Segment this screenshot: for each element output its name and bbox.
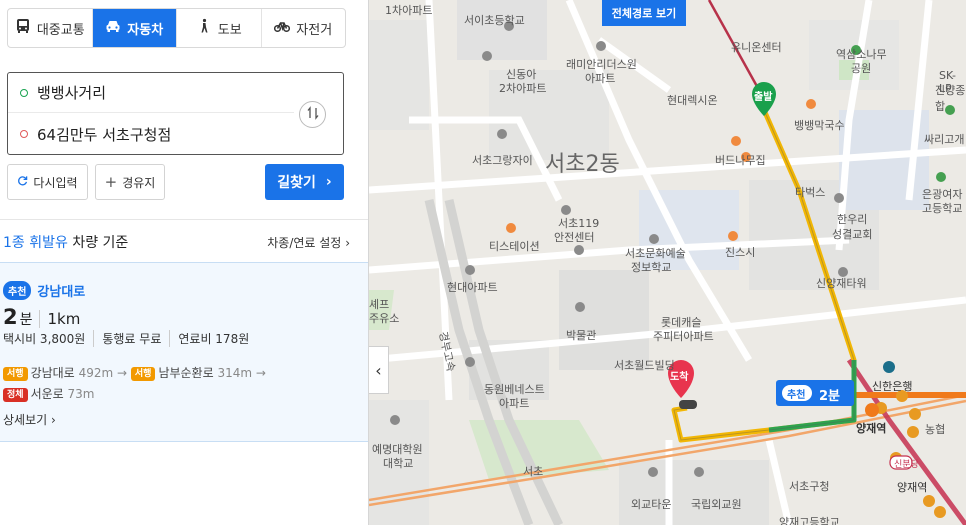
route-card[interactable]: 추천 강남대로 2 분 1km 택시비 3,800원 통행료 무료 연료비 17… [0,262,368,442]
criteria-suffix: 차량 기준 [67,235,129,251]
add-waypoint-button[interactable]: + 경유지 [95,164,165,200]
route-distance: 1km [38,310,80,328]
reset-label: 다시입력 [33,175,78,190]
tab-label: 대중교통 [36,22,85,38]
road-name: 서운로 [30,387,64,401]
taxi-fare: 택시비 3,800원 [3,332,86,346]
vehicle-settings-link[interactable]: 차종/연료 설정 › [267,234,350,251]
find-route-button[interactable]: 길찾기 › [265,164,344,200]
chevron-right-icon: › [51,413,56,427]
details-label: 상세보기 [3,413,48,427]
swap-arrows-icon [306,105,320,124]
tab-label: 자전거 [296,22,333,38]
destination-value: 64김만두 서초구청점 [37,125,172,144]
origin-value: 뱅뱅사거리 [37,84,107,102]
arrow-right-icon: → [116,366,128,380]
route-inputs: 뱅뱅사거리 64김만두 서초구청점 [7,72,344,155]
tab-label: 자동차 [127,22,164,38]
search-actions: 다시입력 + 경유지 길찾기 › [7,164,344,200]
fuel-type[interactable]: 1종 휘발유 [3,235,68,251]
traffic-segments: 서행 강남대로 492m → 서행 남부순환로 314m → 정체 서운로 73m [3,363,363,405]
road-distance: 314m [217,366,253,380]
route-costs: 택시비 3,800원 통행료 무료 연료비 178원 [3,330,257,347]
road-distance: 492m [78,366,114,380]
plus-icon: + [104,173,118,191]
route-summary: 2 분 1km [3,305,80,329]
road-name: 남부순환로 [158,366,214,380]
map-view[interactable]: 1차아파트 서이초등학교 래미안리더스원 아파트 신동아 2차아파트 서초그랑자… [369,0,966,525]
reset-button[interactable]: 다시입력 [7,164,88,200]
vehicle-criteria: 1종 휘발유 차량 기준 [3,232,128,252]
destination-field[interactable]: 64김만두 서초구청점 [8,114,288,154]
bicycle-icon [274,18,291,38]
details-link[interactable]: 상세보기 › [3,411,56,428]
find-label: 길찾기 [277,175,316,191]
full-route-button[interactable]: 전체경로 보기 [602,0,686,26]
route-time-unit: 분 [19,312,33,328]
directions-panel: 대중교통 자동차 도보 자전거 뱅뱅사거리 64김만두 서초구청점 다시입력 +… [0,0,369,525]
swap-button[interactable] [299,101,326,128]
arrow-right-icon: → [255,366,266,380]
bus-icon [15,18,31,38]
recommended-badge: 추천 [3,281,32,300]
traffic-badge: 서행 [130,367,156,381]
destination-dot-icon [20,130,28,138]
chevron-right-icon: › [325,174,332,190]
refresh-icon [17,175,28,189]
transport-mode-tabs: 대중교통 자동차 도보 자전거 [7,8,346,48]
tab-public-transit[interactable]: 대중교통 [8,9,93,47]
divider [0,219,368,220]
tab-label: 도보 [217,22,242,38]
traffic-badge: 정체 [3,388,28,402]
origin-field[interactable]: 뱅뱅사거리 [8,73,294,113]
tab-walk[interactable]: 도보 [177,9,262,47]
chevron-right-icon: › [345,236,350,250]
vehicle-settings-label: 차종/연료 설정 [267,236,342,250]
map-canvas[interactable] [369,0,966,525]
fuel-cost: 연료비 178원 [169,330,257,347]
route-header: 추천 강남대로 [3,281,85,300]
tab-bicycle[interactable]: 자전거 [262,9,346,47]
waypoint-label: 경유지 [122,175,156,190]
collapse-panel-button[interactable]: ‹ [369,346,389,394]
car-icon [105,18,121,38]
toll-fee: 통행료 무료 [93,330,169,347]
route-name: 강남대로 [37,285,86,300]
traffic-badge: 서행 [3,367,28,381]
origin-dot-icon [20,88,28,97]
road-distance: 73m [67,387,95,401]
tab-car[interactable]: 자동차 [92,9,177,47]
walk-icon [196,18,212,38]
route-time: 2 [3,305,18,329]
road-name: 강남대로 [30,366,75,380]
chevron-left-icon: ‹ [375,360,382,380]
